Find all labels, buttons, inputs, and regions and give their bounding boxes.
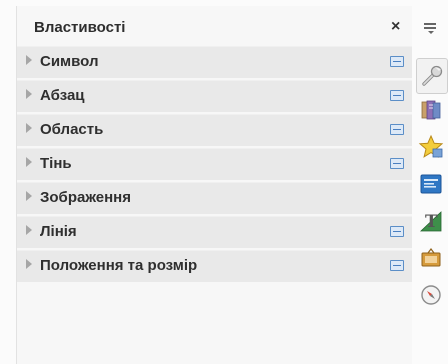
- section-label: Лінія: [40, 223, 77, 240]
- section-line[interactable]: Лінія: [17, 216, 413, 248]
- animation-graphic: T: [419, 211, 442, 232]
- custom-animation-icon[interactable]: T: [416, 206, 446, 236]
- section-image[interactable]: Зображення: [17, 182, 413, 214]
- styles-icon[interactable]: [416, 95, 446, 125]
- more-options-icon[interactable]: [390, 90, 404, 101]
- section-paragraph[interactable]: Абзац: [17, 80, 413, 112]
- section-label: Тінь: [40, 155, 72, 172]
- menu-line: [424, 23, 436, 25]
- properties-wrench-icon[interactable]: [416, 58, 448, 94]
- expand-arrow-icon: [26, 259, 32, 269]
- sidebar-settings-menu-icon[interactable]: [424, 22, 436, 34]
- transition-graphic: [421, 248, 441, 267]
- menu-line: [424, 27, 436, 29]
- more-options-icon[interactable]: [390, 226, 404, 237]
- more-options-icon[interactable]: [390, 56, 404, 67]
- more-options-icon[interactable]: [390, 158, 404, 169]
- panel-titlebar: Властивості ×: [17, 18, 413, 38]
- section-position-and-size[interactable]: Положення та розмір: [17, 250, 413, 282]
- section-character[interactable]: Символ: [17, 46, 413, 78]
- navigator-compass-icon[interactable]: [416, 280, 446, 310]
- wrench-graphic: [422, 65, 443, 86]
- star-graphic: [418, 134, 444, 158]
- panel-sections: Символ Абзац Область Тінь Зображення Лін…: [17, 46, 413, 284]
- slide-layouts-icon[interactable]: [416, 169, 446, 199]
- more-options-icon[interactable]: [390, 260, 404, 271]
- close-panel-button[interactable]: ×: [391, 18, 400, 36]
- expand-arrow-icon: [26, 157, 32, 167]
- section-label: Символ: [40, 53, 99, 70]
- section-shadow[interactable]: Тінь: [17, 148, 413, 180]
- slide-transition-icon[interactable]: [416, 243, 446, 273]
- properties-panel: Властивості × Символ Абзац Область Тінь …: [16, 6, 413, 364]
- section-label: Зображення: [40, 189, 131, 206]
- gallery-star-icon[interactable]: [416, 132, 446, 162]
- menu-dropdown-triangle: [428, 31, 434, 34]
- section-label: Положення та розмір: [40, 257, 198, 274]
- expand-arrow-icon: [26, 123, 32, 133]
- expand-arrow-icon: [26, 191, 32, 201]
- expand-arrow-icon: [26, 55, 32, 65]
- section-label: Абзац: [40, 87, 85, 104]
- sidebar-tabbar: T: [412, 0, 448, 364]
- panel-title: Властивості: [34, 19, 126, 36]
- section-label: Область: [40, 121, 104, 138]
- more-options-icon[interactable]: [390, 124, 404, 135]
- section-area[interactable]: Область: [17, 114, 413, 146]
- expand-arrow-icon: [26, 89, 32, 99]
- expand-arrow-icon: [26, 225, 32, 235]
- svg-text:T: T: [425, 212, 438, 232]
- styles-graphic: [421, 100, 441, 120]
- layout-graphic: [420, 174, 442, 194]
- compass-graphic: [421, 285, 441, 305]
